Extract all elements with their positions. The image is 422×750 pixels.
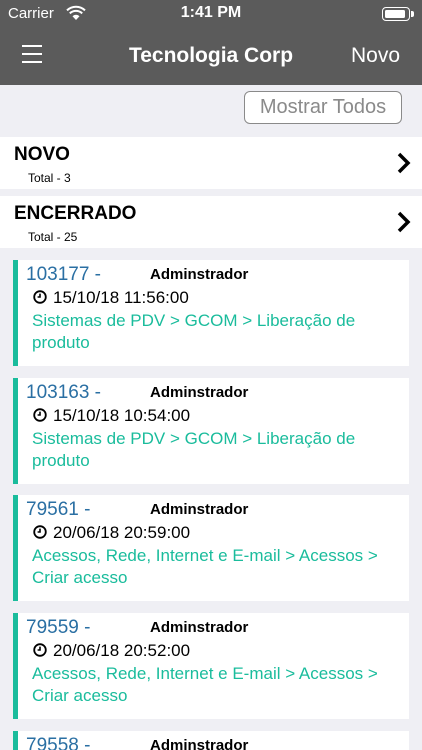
ticket-user: Adminstrador (150, 619, 249, 636)
ticket-number: 79559 - (26, 617, 91, 638)
ticket-card[interactable]: 103177 - Adminstrador 15/10/18 11:56:00 … (13, 260, 409, 366)
ticket-date: 20/06/18 20:59:00 (53, 523, 191, 542)
ticket-date: 15/10/18 11:56:00 (53, 288, 189, 307)
ticket-date: 20/06/18 20:52:00 (53, 641, 191, 660)
hamburger-menu-icon[interactable] (22, 45, 42, 63)
category-total: Total - 25 (28, 230, 78, 244)
ticket-number: 103177 - (26, 264, 102, 285)
ticket-card[interactable]: 79559 - Adminstrador 20/06/18 20:52:00 A… (13, 613, 409, 719)
clock-time: 1:41 PM (180, 4, 242, 21)
category-total: Total - 3 (28, 171, 71, 185)
ticket-description: Acessos, Rede, Internet e E-mail > Acess… (32, 546, 378, 587)
ticket-description: Acessos, Rede, Internet e E-mail > Acess… (32, 664, 378, 705)
status-bar: Carrier 1:41 PM (0, 0, 422, 28)
category-row-novo[interactable]: NOVO Total - 3 (0, 137, 422, 189)
new-button[interactable]: Novo (351, 44, 400, 68)
ticket-date: 15/10/18 10:54:00 (53, 406, 191, 425)
ticket-card[interactable]: 79558 - Adminstrador (13, 731, 409, 750)
ticket-user: Adminstrador (150, 384, 249, 401)
clock-icon (33, 525, 47, 539)
chevron-right-icon (397, 211, 411, 233)
ticket-card[interactable]: 79561 - Adminstrador 20/06/18 20:59:00 A… (13, 495, 409, 601)
ticket-description: Sistemas de PDV > GCOM > Liberação de pr… (32, 429, 356, 470)
clock-icon (33, 643, 47, 657)
battery-icon (382, 7, 414, 21)
ticket-card[interactable]: 103163 - Adminstrador 15/10/18 10:54:00 … (13, 378, 409, 484)
clock-icon (33, 408, 47, 422)
category-name: ENCERRADO (14, 203, 137, 224)
ticket-number: 79558 - (26, 735, 91, 750)
ticket-user: Adminstrador (150, 266, 249, 283)
ticket-user: Adminstrador (150, 737, 249, 750)
ticket-number: 103163 - (26, 382, 102, 403)
show-all-button[interactable]: Mostrar Todos (244, 91, 402, 124)
category-name: NOVO (14, 144, 70, 165)
ticket-number: 79561 - (26, 499, 91, 520)
clock-icon (33, 290, 47, 304)
navigation-bar: Tecnologia Corp Novo (0, 28, 422, 85)
chevron-right-icon (397, 152, 411, 174)
ticket-description: Sistemas de PDV > GCOM > Liberação de pr… (32, 311, 356, 352)
category-row-encerrado[interactable]: ENCERRADO Total - 25 (0, 196, 422, 248)
ticket-user: Adminstrador (150, 501, 249, 518)
